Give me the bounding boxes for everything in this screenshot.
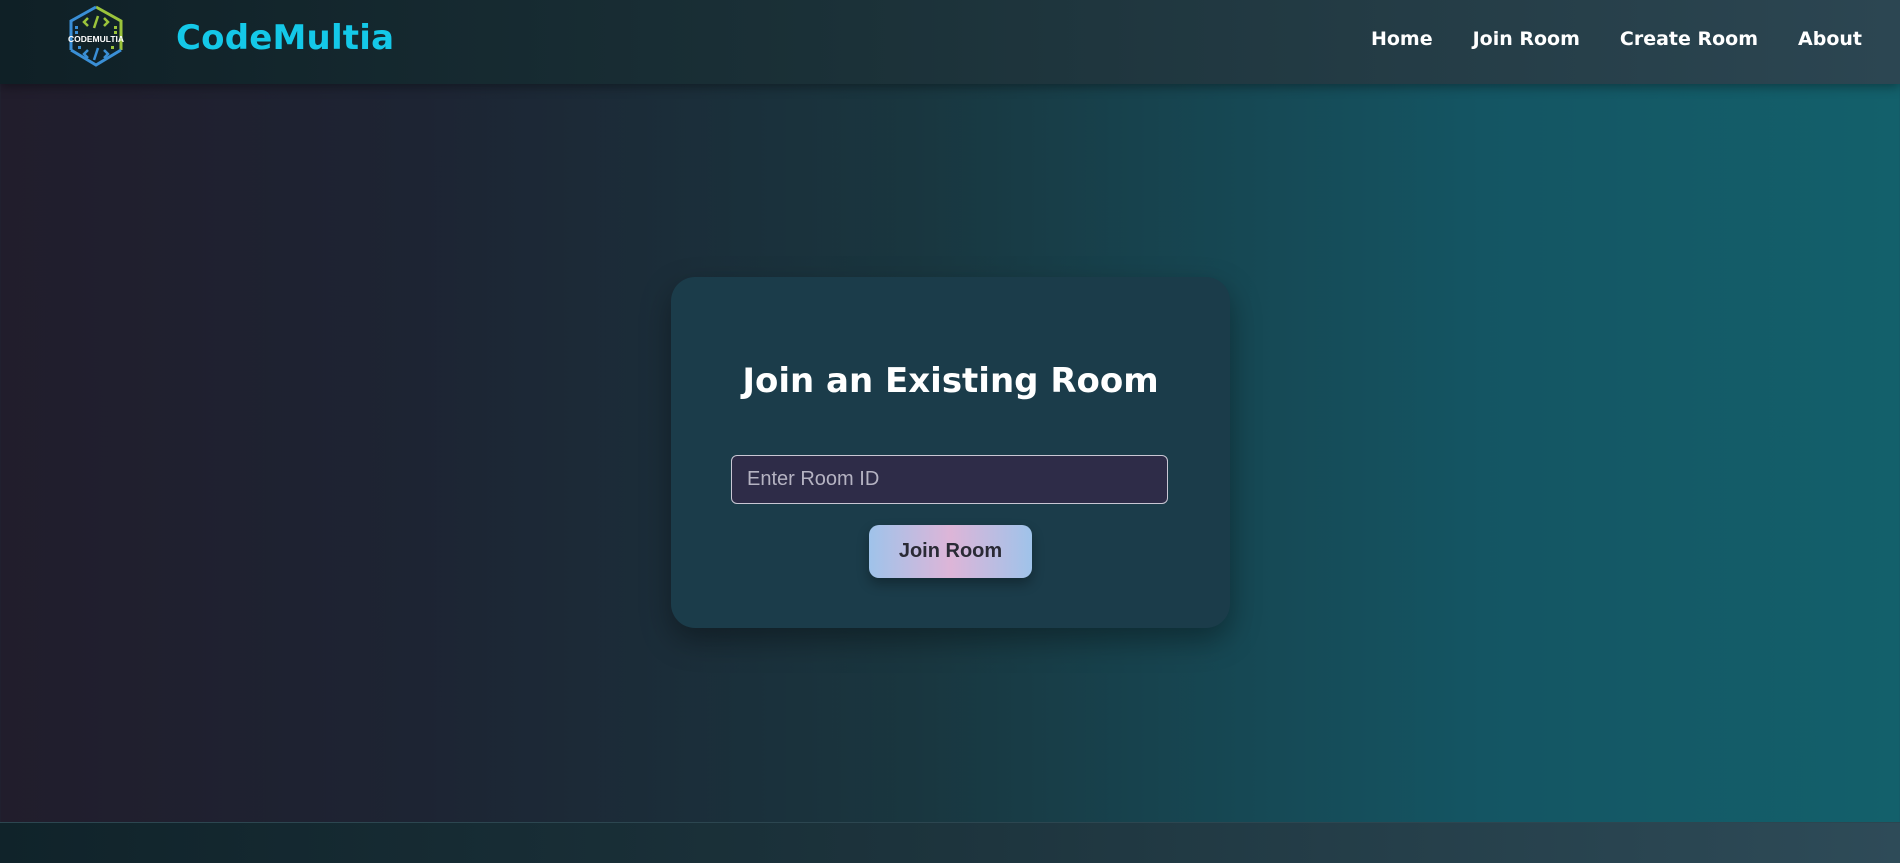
nav-home[interactable]: Home	[1371, 28, 1433, 50]
join-room-card: Join an Existing Room Join Room	[671, 277, 1230, 628]
logo-text: CODEMULTIA	[68, 34, 124, 44]
logo-hexagon-icon: CODEMULTIA	[68, 5, 124, 67]
nav-join-room[interactable]: Join Room	[1473, 28, 1580, 50]
join-room-button[interactable]: Join Room	[869, 525, 1032, 578]
logo[interactable]: CODEMULTIA	[64, 4, 128, 70]
main-nav: Home Join Room Create Room About	[1371, 28, 1862, 50]
card-title: Join an Existing Room	[742, 361, 1159, 401]
nav-about[interactable]: About	[1798, 28, 1862, 50]
brand-name[interactable]: CodeMultia	[176, 18, 394, 58]
nav-create-room[interactable]: Create Room	[1620, 28, 1758, 50]
header: CODEMULTIA CodeMultia Home Join Room Cre…	[0, 0, 1900, 84]
footer	[0, 822, 1900, 863]
room-id-input[interactable]	[731, 455, 1168, 504]
